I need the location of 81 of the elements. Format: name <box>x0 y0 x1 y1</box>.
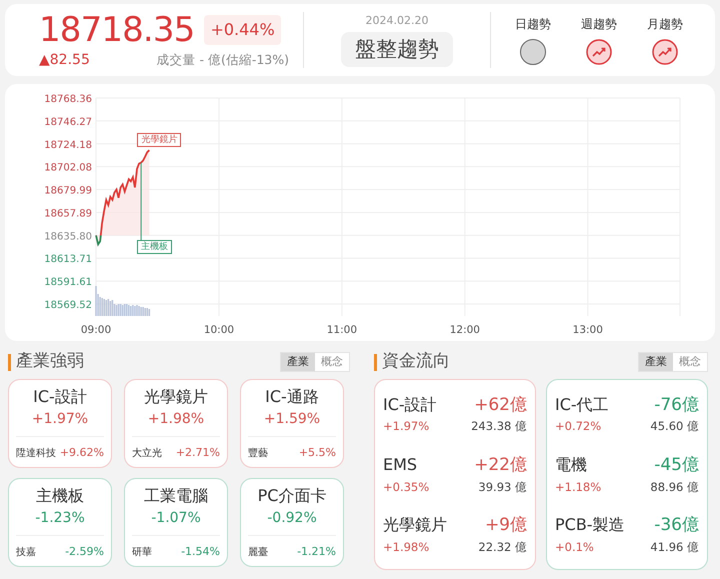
industry-name: IC-通路 <box>265 386 319 408</box>
turnover-amount: 41.96 億 <box>650 538 699 556</box>
sector-change: +0.72% <box>555 418 602 436</box>
price-change: ▲82.55 <box>39 50 90 70</box>
y-axis-label: 18657.89 <box>44 208 92 220</box>
volume-bars-drawing <box>95 286 150 316</box>
industry-change: -1.23% <box>35 509 85 528</box>
stock-change: -1.54% <box>181 544 220 560</box>
segment-tab[interactable]: 產業 <box>639 352 673 372</box>
trend-label: 日趨勢 <box>515 16 551 33</box>
y-axis-label: 18679.99 <box>44 186 92 197</box>
volume-text: 成交量 - 億(估縮-13%) <box>156 50 289 69</box>
turnover-amount: 88.96 億 <box>650 478 699 496</box>
industry-change: +1.59% <box>264 410 320 429</box>
turnover-amount: 243.38 億 <box>471 418 527 436</box>
stock-name: 陞達科技 <box>16 446 56 461</box>
industry-change: +1.97% <box>32 410 88 429</box>
stock-change: -1.21% <box>297 544 336 560</box>
net-flow: -36億 <box>654 514 699 538</box>
index-price: 18718.35 <box>39 10 194 50</box>
net-flow: +22億 <box>474 454 527 478</box>
sector-change: +1.97% <box>383 418 430 436</box>
section-title: 資金流向 <box>382 350 450 374</box>
sector-name: IC-設計 <box>383 394 437 416</box>
stock-name: 豐藝 <box>248 446 268 461</box>
date-text: 2024.02.20 <box>366 13 428 29</box>
stock-name: 技嘉 <box>16 546 36 560</box>
sector-name: IC-代工 <box>555 394 609 416</box>
x-axis-label: 10:00 <box>204 324 234 336</box>
turnover-amount: 39.93 億 <box>478 478 527 496</box>
turnover-amount: 22.32 億 <box>478 538 527 556</box>
sector-name: 光學鏡片 <box>383 514 447 536</box>
sector-name: EMS <box>383 454 418 476</box>
stock-change: +9.62% <box>60 445 104 461</box>
segment-tab[interactable]: 概念 <box>315 352 349 372</box>
sector-change: +1.98% <box>383 538 430 556</box>
industry-name: 光學鏡片 <box>144 386 208 408</box>
x-axis-label: 13:00 <box>572 324 603 336</box>
y-axis-label: 18702.08 <box>44 162 92 174</box>
stock-change: +5.5% <box>298 445 336 461</box>
trend-label: 週趨勢 <box>581 16 617 33</box>
stock-name: 研華 <box>132 546 152 560</box>
net-flow: +62億 <box>474 394 527 417</box>
segment-tab[interactable]: 產業 <box>281 352 315 372</box>
sector-change: +1.18% <box>555 478 602 496</box>
industry-name: 主機板 <box>36 485 84 507</box>
stock-name: 麗臺 <box>248 546 268 560</box>
industry-name: 工業電腦 <box>144 485 208 507</box>
industry-name: IC-設計 <box>33 386 87 408</box>
chart-annotation: 主機板 <box>137 240 172 254</box>
trend-label: 月趨勢 <box>647 16 683 33</box>
industry-name: PC介面卡 <box>258 485 326 507</box>
stock-name: 大立光 <box>132 446 162 461</box>
turnover-amount: 45.60 億 <box>650 418 699 436</box>
x-axis-label: 11:00 <box>326 324 358 336</box>
net-flow: -76億 <box>654 394 699 417</box>
trend-status-label: 盤整趨勢 <box>341 32 453 67</box>
y-axis-label: 18635.80 <box>44 231 92 242</box>
y-axis-label: 18613.71 <box>44 254 92 266</box>
y-axis-label: 18746.27 <box>44 116 92 128</box>
y-axis-label: 18591.61 <box>44 277 92 288</box>
sector-change: +0.35% <box>383 478 430 496</box>
industry-change: +1.98% <box>148 410 204 429</box>
sector-name: PCB-製造 <box>555 514 625 536</box>
x-axis-label: 12:00 <box>450 324 480 336</box>
sector-change: +0.1% <box>555 538 594 556</box>
segment-tab[interactable]: 概念 <box>673 352 707 372</box>
x-axis-label: 09:00 <box>80 324 112 336</box>
sector-name: 電機 <box>555 454 587 476</box>
stock-change: -2.59% <box>65 544 104 560</box>
stock-change: +2.71% <box>176 445 220 461</box>
chart-annotation: 光學鏡片 <box>137 133 182 148</box>
change-percent-badge: +0.44% <box>204 14 281 44</box>
industry-change: -0.92% <box>267 509 317 528</box>
section-title: 產業強弱 <box>16 350 84 374</box>
net-flow: +9億 <box>484 514 527 538</box>
net-flow: -45億 <box>654 454 699 478</box>
y-axis-label: 18724.18 <box>44 140 92 151</box>
y-axis-label: 18569.52 <box>44 300 92 311</box>
industry-change: -1.07% <box>151 509 201 528</box>
y-axis-label: 18768.36 <box>44 94 92 105</box>
